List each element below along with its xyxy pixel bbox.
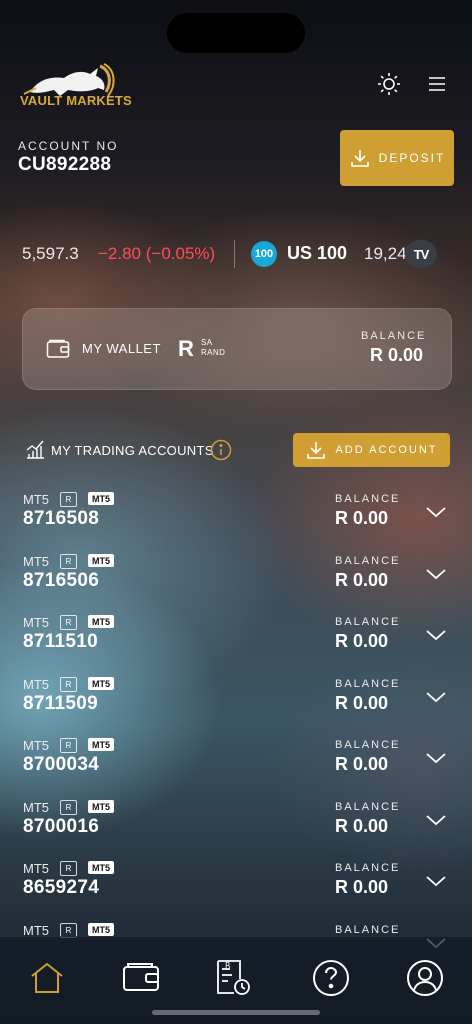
- platform-label: MT5: [23, 615, 49, 630]
- platform-tag: MT5: [88, 615, 114, 628]
- chevron-down-icon[interactable]: [424, 812, 448, 828]
- platform-label: MT5: [23, 800, 49, 815]
- platform-tag: MT5: [88, 554, 114, 567]
- account-balance: R 0.00: [335, 693, 389, 713]
- account-number: 8700034: [23, 754, 100, 775]
- trading-account-row[interactable]: MT5 R MT5 8700016 BALANCE R 0.00: [0, 798, 472, 860]
- account-number: CU892288: [18, 154, 112, 175]
- account-balance: R 0.00: [335, 877, 389, 897]
- chevron-down-icon[interactable]: [424, 627, 448, 643]
- add-account-button[interactable]: ADD ACCOUNT: [293, 433, 450, 467]
- download-icon: [350, 150, 369, 167]
- ticker-change: −2.80 (−0.05%): [98, 244, 216, 263]
- chevron-down-icon[interactable]: [424, 689, 448, 705]
- account-number: 8716508: [23, 508, 100, 529]
- help-icon[interactable]: [311, 958, 351, 998]
- add-account-label: ADD ACCOUNT: [335, 444, 438, 456]
- currency-badge: R: [60, 738, 77, 753]
- balance-label: BALANCE: [335, 555, 401, 567]
- account-number: 8711509: [23, 693, 99, 714]
- trading-account-row[interactable]: MT5 R MT5 8711510 BALANCE R 0.00: [0, 613, 472, 675]
- trading-accounts-title: MY TRADING ACCOUNTS: [51, 443, 214, 458]
- currency-badge: R: [60, 554, 77, 569]
- ticker-divider: [234, 240, 235, 268]
- balance-label: BALANCE: [335, 739, 401, 751]
- info-icon[interactable]: [210, 439, 232, 461]
- chevron-down-icon[interactable]: [424, 504, 448, 520]
- menu-icon[interactable]: [425, 72, 449, 96]
- wallet-balance: R 0.00: [370, 345, 424, 365]
- account-number: 8711510: [23, 631, 99, 652]
- platform-tag: MT5: [88, 800, 114, 813]
- account-number: 8716506: [23, 570, 100, 591]
- account-balance: R 0.00: [335, 631, 389, 651]
- account-number: 8700016: [23, 816, 100, 837]
- history-icon[interactable]: R: [212, 958, 252, 998]
- tradingview-logo-icon[interactable]: TV: [405, 240, 437, 268]
- currency-badge: R: [60, 861, 77, 876]
- deposit-label: DEPOSIT: [378, 151, 446, 165]
- download-icon: [307, 442, 326, 459]
- trading-account-row[interactable]: MT5 R MT5 8700034 BALANCE R 0.00: [0, 736, 472, 798]
- my-wallet-label: MY WALLET: [82, 341, 161, 356]
- platform-label: MT5: [23, 738, 49, 753]
- profile-icon[interactable]: [405, 958, 445, 998]
- balance-label: BALANCE: [335, 862, 401, 874]
- trading-account-row[interactable]: MT5 R MT5 8711509 BALANCE R 0.00: [0, 675, 472, 737]
- rand-currency-label: SA RAND: [201, 338, 226, 357]
- chevron-down-icon[interactable]: [424, 873, 448, 889]
- wallet-icon: [46, 339, 70, 358]
- rand-symbol: R: [178, 336, 194, 361]
- account-balance: R 0.00: [335, 508, 389, 528]
- wallet-icon[interactable]: [121, 958, 161, 998]
- platform-label: MT5: [23, 492, 49, 507]
- account-balance: R 0.00: [335, 570, 389, 590]
- trading-account-row[interactable]: MT5 R MT5 8716506 BALANCE R 0.00: [0, 552, 472, 614]
- brand-name: VAULT MARKETS: [20, 93, 132, 108]
- sun-icon[interactable]: [377, 72, 401, 96]
- ticker-symbol: US 100: [287, 243, 348, 263]
- platform-tag: MT5: [88, 738, 114, 751]
- currency-badge: R: [60, 800, 77, 815]
- wallet-balance-label: BALANCE: [361, 330, 427, 342]
- chevron-down-icon[interactable]: [424, 566, 448, 582]
- account-balance: R 0.00: [335, 754, 389, 774]
- chart-bars-icon: [26, 440, 44, 459]
- currency-badge: R: [60, 492, 77, 507]
- currency-badge: R: [60, 677, 77, 692]
- us100-badge-icon: 100: [251, 241, 277, 267]
- platform-tag: MT5: [88, 677, 114, 690]
- device-notch: [167, 13, 305, 53]
- chevron-down-icon[interactable]: [424, 750, 448, 766]
- balance-label: BALANCE: [335, 924, 401, 936]
- platform-label: MT5: [23, 861, 49, 876]
- balance-label: BALANCE: [335, 678, 401, 690]
- currency-badge: R: [60, 615, 77, 630]
- balance-label: BALANCE: [335, 493, 401, 505]
- balance-label: BALANCE: [335, 616, 401, 628]
- trading-account-row[interactable]: MT5 R MT5 8716508 BALANCE R 0.00: [0, 490, 472, 552]
- ticker-value: 5,597.3: [22, 244, 79, 263]
- trading-account-row[interactable]: MT5 R MT5 8659274 BALANCE R 0.00: [0, 859, 472, 921]
- market-ticker[interactable]: 5,597.3 −2.80 (−0.05%) 100 US 100 19,24 …: [0, 236, 472, 272]
- platform-tag: MT5: [88, 923, 114, 936]
- home-indicator: [152, 1010, 320, 1015]
- home-icon[interactable]: [27, 958, 67, 998]
- platform-label: MT5: [23, 554, 49, 569]
- svg-text:R: R: [225, 961, 231, 970]
- deposit-button[interactable]: DEPOSIT: [340, 130, 454, 186]
- account-no-label: ACCOUNT NO: [18, 139, 119, 153]
- account-number: 8659274: [23, 877, 100, 898]
- balance-label: BALANCE: [335, 801, 401, 813]
- platform-tag: MT5: [88, 492, 114, 505]
- platform-label: MT5: [23, 677, 49, 692]
- platform-tag: MT5: [88, 861, 114, 874]
- account-balance: R 0.00: [335, 816, 389, 836]
